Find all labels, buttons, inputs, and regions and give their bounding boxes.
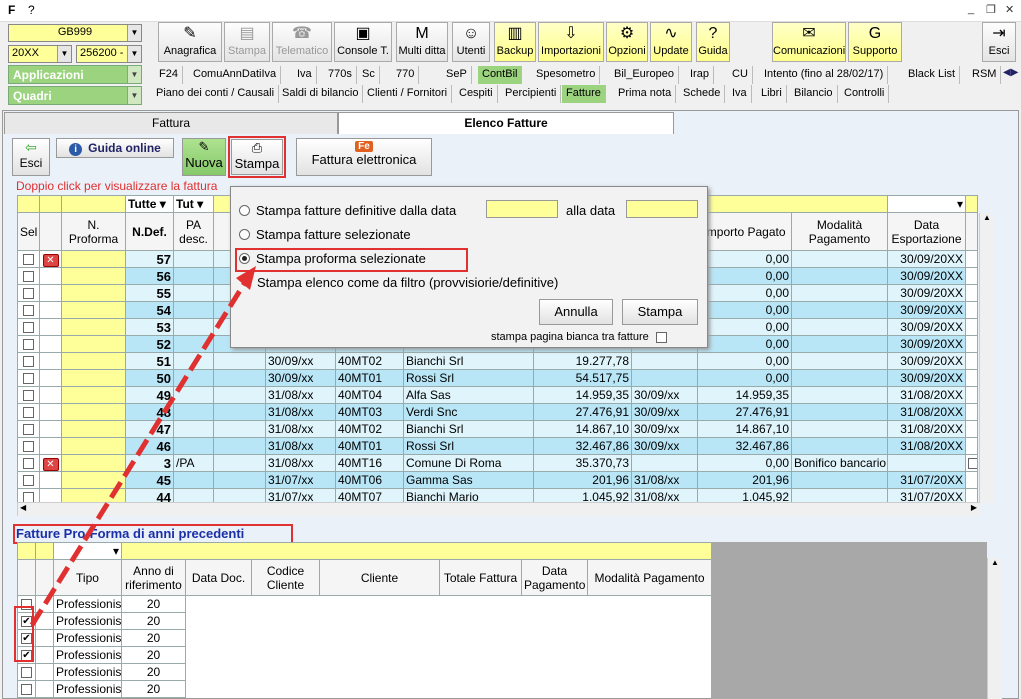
arrow-line xyxy=(29,282,247,627)
annotation-arrow xyxy=(29,266,256,627)
arrow-head xyxy=(236,266,256,290)
